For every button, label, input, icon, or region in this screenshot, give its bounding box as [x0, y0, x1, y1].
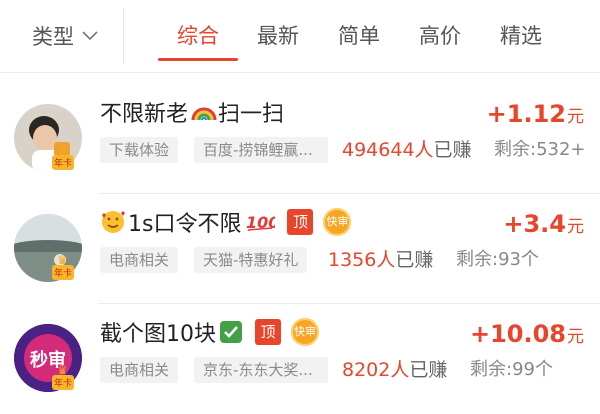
- reward-amount: +1.12元: [487, 100, 584, 128]
- earned-count: 494644人已赚: [342, 137, 472, 163]
- task-title: 1s口令不限 100 顶 快审: [100, 206, 352, 238]
- active-tab-indicator: [158, 58, 238, 61]
- type-dropdown[interactable]: 类型: [32, 20, 98, 52]
- category-tag: 下载体验: [100, 137, 179, 163]
- task-title: 截个图10块 顶 快审: [100, 316, 319, 348]
- tab-latest[interactable]: 最新: [257, 20, 299, 52]
- reward-unit: 元: [567, 217, 584, 237]
- task-title-text: 截个图10块: [100, 322, 216, 347]
- task-title: 不限新老 扫一扫: [100, 96, 284, 128]
- earned-label: 已赚: [433, 139, 472, 161]
- remaining-count: 剩余:93个: [456, 249, 539, 270]
- reward-value: +10.08: [469, 320, 566, 348]
- earned-label: 已赚: [395, 249, 434, 271]
- vip-tag: 年卡: [52, 375, 75, 390]
- vip-badge: ♛ 年卡: [52, 254, 80, 282]
- earned-number: 1356人: [328, 249, 396, 271]
- merchant-tag: 京东-东东大奖...: [194, 357, 328, 383]
- top-badge: 顶: [255, 319, 281, 345]
- reward-value: +3.4: [503, 210, 566, 238]
- filter-bar: 类型 综合 最新 简单 高价 精选: [0, 0, 600, 73]
- vip-badge: ♛ 年卡: [52, 364, 80, 392]
- type-dropdown-label: 类型: [32, 25, 74, 49]
- tab-featured[interactable]: 精选: [500, 20, 542, 52]
- hundred-points-icon: 100: [246, 213, 275, 232]
- smiling-face-with-hearts-icon: [102, 211, 125, 233]
- task-title-suffix: 扫一扫: [218, 102, 285, 127]
- reward-amount: +3.4元: [503, 210, 584, 238]
- merchant-tag: 百度-捞锦鲤赢...: [194, 137, 328, 163]
- task-title-text: 1s口令不限: [128, 212, 242, 237]
- vip-badge: ♛ 年卡: [52, 144, 80, 172]
- earned-count: 1356人已赚: [328, 247, 433, 273]
- remaining-count: 剩余:99个: [470, 359, 553, 380]
- chevron-down-icon: [82, 31, 98, 41]
- category-tag: 电商相关: [100, 357, 179, 383]
- earned-number: 494644人: [342, 139, 434, 161]
- vip-tag: 年卡: [52, 155, 75, 170]
- earned-count: 8202人已赚: [342, 357, 447, 383]
- task-item[interactable]: 秒审 ♛ 年卡 截个图10块 顶 快审 +10.08元 电商相关 京东-东东大奖…: [0, 304, 600, 414]
- earned-label: 已赚: [409, 359, 448, 381]
- task-item[interactable]: ♛ 年卡 不限新老 扫一扫 +1.12元 下载体验 百度-捞锦鲤赢... 494…: [0, 84, 600, 194]
- rainbow-icon: [191, 107, 217, 121]
- merchant-tag: 天猫-特惠好礼: [194, 247, 308, 273]
- category-tag: 电商相关: [100, 247, 179, 273]
- check-mark-icon: [220, 321, 242, 343]
- top-badge: 顶: [287, 209, 314, 235]
- fast-review-badge: 快审: [323, 208, 352, 236]
- remaining-count: 剩余:532+: [494, 139, 586, 160]
- vip-tag: 年卡: [52, 265, 75, 280]
- reward-unit: 元: [567, 107, 584, 127]
- fast-review-badge: 快审: [291, 318, 319, 346]
- tab-high-price[interactable]: 高价: [419, 20, 461, 52]
- reward-unit: 元: [567, 327, 584, 347]
- divider: [123, 8, 124, 64]
- reward-amount: +10.08元: [470, 320, 584, 348]
- earned-number: 8202人: [342, 359, 410, 381]
- tab-comprehensive[interactable]: 综合: [177, 20, 219, 52]
- task-title-text: 不限新老: [100, 102, 189, 127]
- task-item[interactable]: ♛ 年卡 1s口令不限 100 顶 快审 +3.4元 电商相关 天猫-特惠好礼 …: [0, 194, 600, 304]
- tab-simple[interactable]: 简单: [338, 20, 380, 52]
- reward-value: +1.12: [486, 100, 566, 128]
